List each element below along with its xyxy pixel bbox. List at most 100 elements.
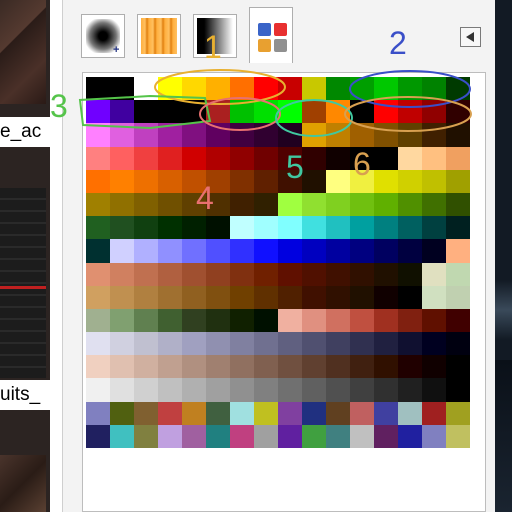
palette-swatch[interactable] [182, 308, 206, 333]
palette-swatch[interactable] [398, 239, 422, 263]
palette-swatch[interactable] [278, 169, 302, 193]
palette-swatch[interactable] [110, 192, 134, 217]
palette-swatch[interactable] [350, 146, 374, 170]
palette-swatch[interactable] [350, 239, 374, 263]
palette-swatch[interactable] [230, 355, 254, 379]
palette-swatch[interactable] [158, 192, 182, 217]
palette-swatch[interactable] [302, 262, 326, 286]
tab-pattern[interactable] [137, 14, 181, 58]
palette-swatch[interactable] [422, 146, 446, 170]
palette-swatch[interactable] [350, 424, 374, 448]
palette-swatch[interactable] [422, 285, 446, 309]
palette-swatch[interactable] [278, 285, 302, 309]
palette-swatch[interactable] [326, 100, 350, 124]
palette-swatch[interactable] [374, 262, 398, 286]
palette-swatch[interactable] [374, 239, 398, 263]
palette-swatch[interactable] [350, 192, 374, 217]
palette-swatch[interactable] [158, 401, 182, 425]
palette-swatch[interactable] [110, 308, 134, 333]
palette-swatch[interactable] [206, 169, 230, 193]
palette-swatch[interactable] [446, 239, 470, 263]
palette-swatch[interactable] [398, 216, 422, 240]
palette-swatch[interactable] [182, 285, 206, 309]
palette-swatch[interactable] [302, 192, 326, 217]
palette-swatch[interactable] [302, 169, 326, 193]
palette-swatch[interactable] [182, 332, 206, 356]
palette-swatch[interactable] [422, 239, 446, 263]
palette-swatch[interactable] [206, 401, 230, 425]
palette-swatch[interactable] [422, 262, 446, 286]
palette-swatch[interactable] [422, 424, 446, 448]
palette-swatch[interactable] [398, 355, 422, 379]
palette-swatch[interactable] [182, 401, 206, 425]
palette-swatch[interactable] [326, 308, 350, 333]
palette-swatch[interactable] [206, 378, 230, 402]
palette-swatch[interactable] [182, 355, 206, 379]
palette-swatch[interactable] [350, 401, 374, 425]
palette-swatch[interactable] [446, 332, 470, 356]
palette-swatch[interactable] [206, 332, 230, 356]
palette-swatch[interactable] [302, 239, 326, 263]
palette-swatch[interactable] [422, 332, 446, 356]
palette-swatch[interactable] [86, 262, 110, 286]
palette-swatch[interactable] [398, 262, 422, 286]
palette-swatch[interactable] [422, 355, 446, 379]
palette-swatch[interactable] [86, 146, 110, 170]
palette-swatch[interactable] [206, 100, 230, 124]
palette-swatch[interactable] [86, 100, 110, 124]
palette-swatch[interactable] [86, 285, 110, 309]
palette-swatch[interactable] [254, 146, 278, 170]
tab-gradient[interactable] [193, 14, 237, 58]
palette-swatch[interactable] [254, 424, 278, 448]
palette-swatch[interactable] [86, 216, 110, 240]
palette-swatch[interactable] [302, 216, 326, 240]
palette-swatch[interactable] [206, 308, 230, 333]
palette-swatch[interactable] [182, 239, 206, 263]
palette-swatch[interactable] [134, 332, 158, 356]
palette-swatch[interactable] [254, 262, 278, 286]
palette-swatch[interactable] [398, 169, 422, 193]
palette-swatch[interactable] [278, 216, 302, 240]
palette-swatch[interactable] [374, 401, 398, 425]
palette-swatch[interactable] [182, 146, 206, 170]
palette-swatch[interactable] [278, 100, 302, 124]
palette-swatch[interactable] [86, 355, 110, 379]
palette-swatch[interactable] [254, 123, 278, 147]
palette-swatch[interactable] [374, 332, 398, 356]
palette-swatch[interactable] [350, 123, 374, 147]
palette-swatch[interactable] [182, 123, 206, 147]
palette-swatch[interactable] [110, 424, 134, 448]
palette-swatch[interactable] [422, 100, 446, 124]
palette-swatch[interactable] [326, 169, 350, 193]
palette-swatch[interactable] [134, 355, 158, 379]
palette-swatch[interactable] [206, 216, 230, 240]
palette-swatch[interactable] [398, 401, 422, 425]
palette-swatch[interactable] [374, 378, 398, 402]
palette-swatch[interactable] [110, 355, 134, 379]
palette-swatch[interactable] [254, 285, 278, 309]
palette-swatch[interactable] [110, 401, 134, 425]
palette-swatch[interactable] [374, 146, 398, 170]
palette-swatch[interactable] [422, 378, 446, 402]
palette-swatch[interactable] [398, 146, 422, 170]
palette-swatch[interactable] [182, 262, 206, 286]
palette-swatch[interactable] [134, 100, 158, 124]
palette-swatch[interactable] [350, 77, 374, 101]
palette-swatch[interactable] [326, 192, 350, 217]
palette-swatch[interactable] [134, 146, 158, 170]
palette-swatch[interactable] [446, 308, 470, 333]
palette-swatch[interactable] [158, 216, 182, 240]
palette-swatch[interactable] [398, 332, 422, 356]
palette-swatch[interactable] [326, 146, 350, 170]
palette-swatch[interactable] [206, 285, 230, 309]
palette-swatch[interactable] [182, 100, 206, 124]
palette-swatch[interactable] [446, 100, 470, 124]
palette-swatch[interactable] [302, 332, 326, 356]
palette-swatch[interactable] [254, 308, 278, 333]
palette-swatch[interactable] [326, 216, 350, 240]
palette-swatch[interactable] [254, 239, 278, 263]
palette-swatch[interactable] [326, 355, 350, 379]
palette-swatch[interactable] [86, 401, 110, 425]
palette-swatch[interactable] [86, 332, 110, 356]
palette-swatch[interactable] [374, 285, 398, 309]
